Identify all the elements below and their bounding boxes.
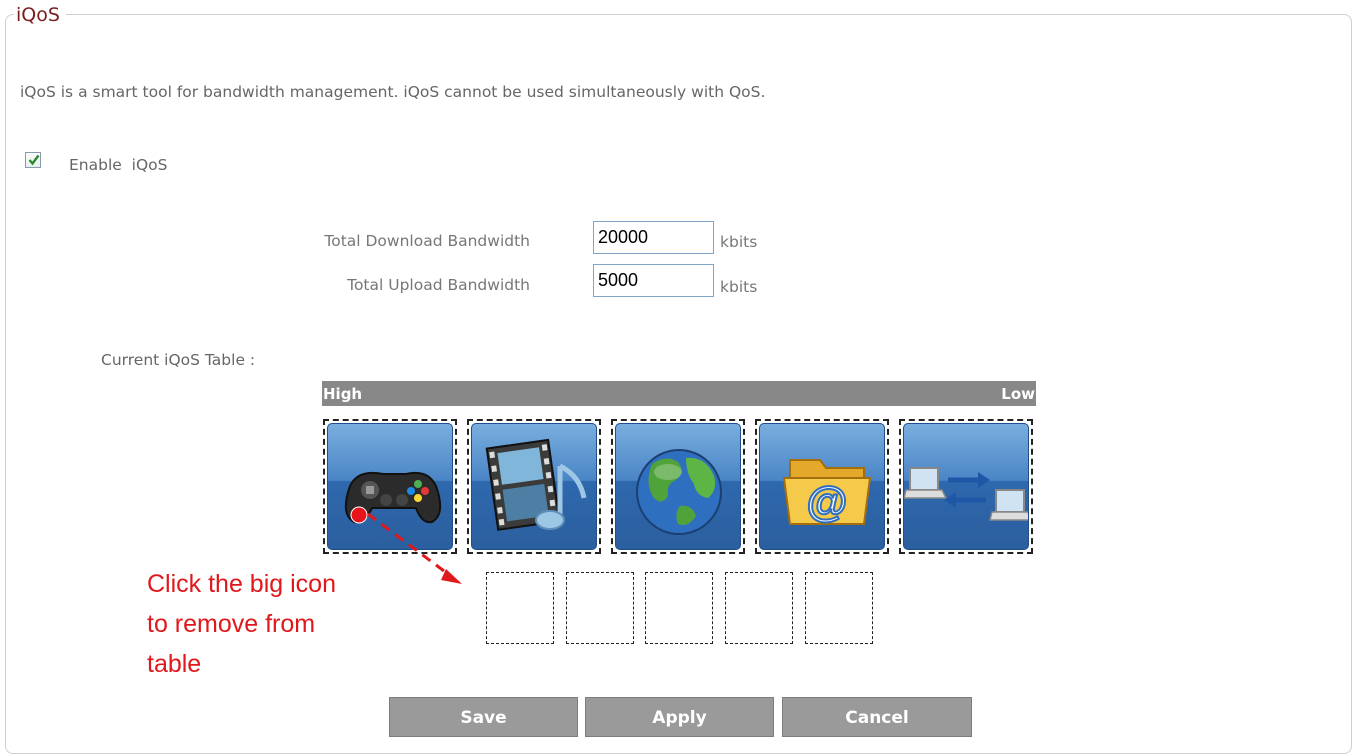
annotation-note: Click the big icon to remove from table [147, 564, 407, 684]
annotation-line-1: Click the big icon [147, 570, 336, 598]
apply-button[interactable]: Apply [585, 697, 774, 737]
annotation-line-3: table [147, 650, 202, 678]
save-button[interactable]: Save [389, 697, 578, 737]
cancel-button[interactable]: Cancel [782, 697, 972, 737]
annotation-line-2: to remove from [147, 610, 316, 638]
